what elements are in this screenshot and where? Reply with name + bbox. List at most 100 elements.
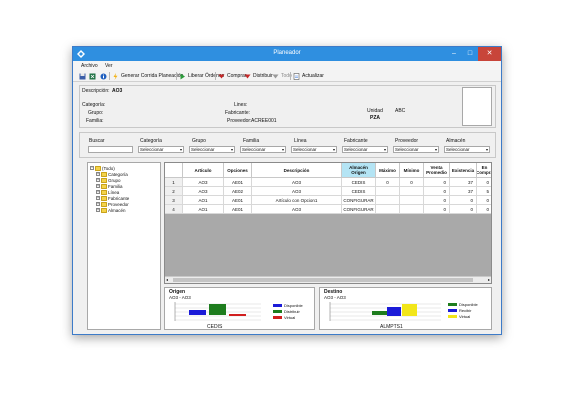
column-header[interactable]: Existencia [450, 163, 477, 178]
scroll-right-icon[interactable]: ▸ [488, 277, 490, 282]
todo-button[interactable]: Todo [272, 72, 292, 80]
table-cell[interactable]: AO3 [183, 187, 224, 196]
funnel-down-icon [244, 74, 251, 78]
fabricante-select[interactable]: Seleccionar ▾ [342, 146, 388, 153]
table-cell[interactable]: 0 [400, 178, 424, 187]
proveedor-select[interactable]: Seleccionar ▾ [393, 146, 439, 153]
table-cell[interactable]: AO1 [183, 205, 224, 214]
origen-panel: Origen AO3 - AO3 CEDIS Disponible Distri… [164, 287, 315, 330]
expand-icon[interactable]: + [96, 202, 100, 206]
proveedor-value: ACREE001 [251, 118, 277, 124]
categoria-select[interactable]: Seleccionar ▾ [138, 146, 184, 153]
excel-button[interactable] [89, 72, 96, 80]
table-cell[interactable]: CONFIGURAR [342, 205, 376, 214]
funnel-down-icon [272, 74, 279, 78]
table-cell[interactable]: 0 [424, 196, 450, 205]
actualizar-button[interactable]: Actualizar [293, 72, 324, 80]
familia-select[interactable]: Seleccionar ▾ [240, 146, 286, 153]
origen-bar-distribuir [209, 304, 226, 315]
save-button[interactable] [79, 72, 86, 80]
folder-icon [101, 201, 107, 207]
column-header[interactable]: Artículo [183, 163, 224, 178]
legend-swatch [448, 309, 457, 312]
row-number[interactable]: 1 [165, 178, 183, 187]
table-cell[interactable]: AO3 [252, 205, 342, 214]
close-button[interactable]: ✕ [478, 47, 501, 61]
lines-label: Lines: [234, 102, 248, 108]
row-number[interactable]: 4 [165, 205, 183, 214]
table-cell[interactable]: 0 [424, 178, 450, 187]
minimize-button[interactable]: – [446, 47, 462, 61]
table-cell[interactable]: AO3 [252, 187, 342, 196]
column-header[interactable]: Venta Promedio [424, 163, 450, 178]
save-icon [79, 73, 86, 79]
scrollbar-thumb[interactable] [173, 278, 473, 282]
grupo-select[interactable]: Seleccionar ▾ [189, 146, 235, 153]
comprar-button[interactable]: Comprar [218, 72, 246, 80]
legend-virtual: Virtual [273, 315, 295, 320]
column-header[interactable]: Opciones [224, 163, 252, 178]
table-cell[interactable]: AO1 [183, 196, 224, 205]
table-cell[interactable] [400, 205, 424, 214]
legend-distribuir: Distribuir [273, 309, 300, 314]
categoria-select-value: Seleccionar [140, 147, 164, 152]
expand-icon[interactable]: + [96, 196, 100, 200]
table-cell[interactable]: AO3 [252, 178, 342, 187]
table-cell[interactable] [400, 196, 424, 205]
table-cell[interactable]: AE01 [224, 178, 252, 187]
distribuir-button[interactable]: Distribuir [244, 72, 273, 80]
table-cell[interactable] [376, 187, 400, 196]
toolbar-separator [176, 72, 177, 80]
tree-item-almacen[interactable]: + Almacén [96, 207, 126, 213]
table-cell[interactable]: CEDIS [342, 187, 376, 196]
table-cell[interactable]: 37 [450, 178, 477, 187]
table-cell[interactable]: 0 [424, 205, 450, 214]
table-cell[interactable]: 0 [424, 187, 450, 196]
table-cell[interactable]: 37 [450, 187, 477, 196]
info-button[interactable] [100, 72, 107, 80]
generar-corrida-button[interactable]: Generar Corrida Planeación [112, 72, 183, 80]
table-cell[interactable]: 0 [477, 196, 491, 205]
expand-icon[interactable]: + [96, 190, 100, 194]
title-bar: Planeador – □ ✕ [73, 47, 501, 61]
table-cell[interactable]: AE02 [224, 187, 252, 196]
table-cell[interactable]: AE01 [224, 196, 252, 205]
column-header[interactable]: Descripción [252, 163, 342, 178]
legend-label: Virtual [284, 315, 296, 320]
table-cell[interactable]: 5 [477, 187, 491, 196]
almacen-select[interactable]: Seleccionar ▾ [444, 146, 490, 153]
table-cell[interactable]: 0 [477, 205, 491, 214]
collapse-icon[interactable]: − [90, 166, 94, 170]
column-header[interactable]: En Compra [477, 163, 491, 178]
buscar-input[interactable] [88, 146, 133, 153]
table-cell[interactable] [376, 205, 400, 214]
table-cell[interactable]: 0 [477, 178, 491, 187]
table-cell[interactable]: AE01 [224, 205, 252, 214]
table-cell[interactable]: CONFIGURAR [342, 196, 376, 205]
expand-icon[interactable]: + [96, 184, 100, 188]
table-cell[interactable] [400, 187, 424, 196]
table-cell[interactable]: 0 [450, 205, 477, 214]
expand-icon[interactable]: + [96, 172, 100, 176]
table-cell[interactable] [376, 196, 400, 205]
row-number[interactable]: 2 [165, 187, 183, 196]
table-cell[interactable]: AO3 [183, 178, 224, 187]
table-cell[interactable]: 0 [450, 196, 477, 205]
folder-icon [101, 195, 107, 201]
scroll-left-icon[interactable]: ◂ [166, 277, 168, 282]
menu-ver[interactable]: Ver [105, 63, 113, 69]
column-header[interactable]: Almacén Origen [342, 163, 376, 178]
horizontal-scrollbar[interactable]: ◂ ▸ [165, 276, 491, 283]
row-number[interactable]: 3 [165, 196, 183, 205]
destino-bar-virtual [402, 304, 417, 316]
column-header[interactable]: Mínimo [400, 163, 424, 178]
table-cell[interactable]: CEDIS [342, 178, 376, 187]
column-header[interactable]: Máximo [376, 163, 400, 178]
expand-icon[interactable]: + [96, 208, 100, 212]
table-cell[interactable]: 0 [376, 178, 400, 187]
maximize-button[interactable]: □ [462, 47, 478, 61]
linea-select[interactable]: Seleccionar ▾ [291, 146, 337, 153]
table-cell[interactable]: Artículo con Opcion1 [252, 196, 342, 205]
menu-archivo[interactable]: Archivo [81, 63, 98, 69]
expand-icon[interactable]: + [96, 178, 100, 182]
